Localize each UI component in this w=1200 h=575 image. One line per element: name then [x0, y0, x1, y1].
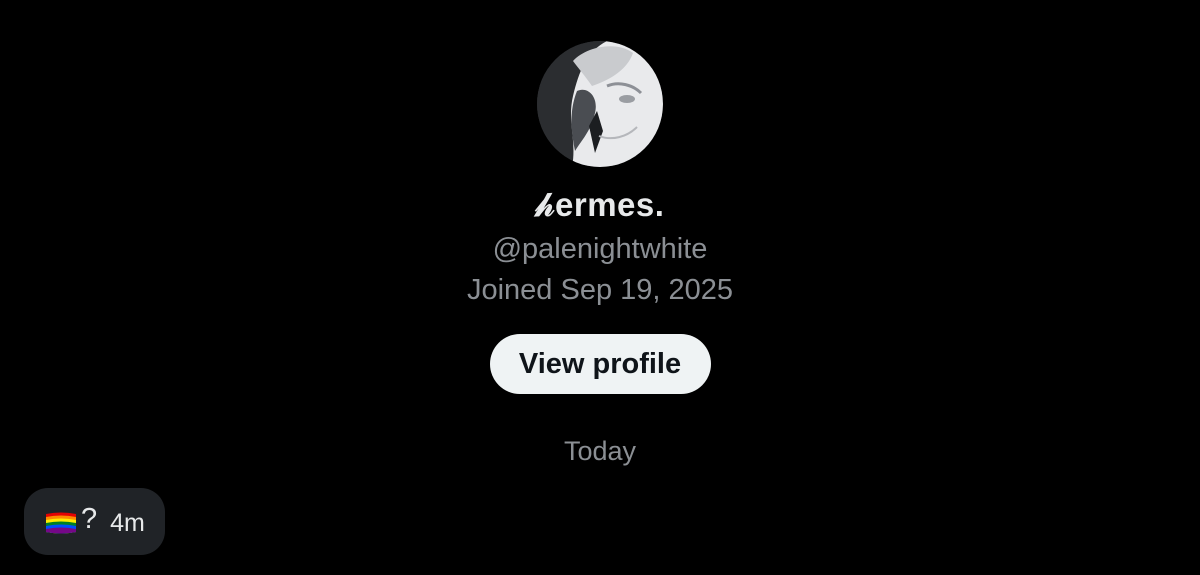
message-timestamp: 4m: [110, 509, 145, 537]
user-handle: @palenightwhite: [492, 233, 708, 265]
avatar-image: [537, 41, 663, 167]
rainbow-flag-icon: [44, 511, 78, 535]
message-text: ?: [81, 502, 98, 535]
avatar[interactable]: [537, 41, 663, 167]
message-bubble[interactable]: ? 4m: [24, 488, 165, 555]
display-name: 𝒽ermes.: [535, 186, 665, 223]
date-separator: Today: [563, 436, 637, 466]
profile-card: 𝒽ermes. @palenightwhite Joined Sep 19, 2…: [0, 0, 1200, 468]
view-profile-button[interactable]: View profile: [489, 334, 711, 394]
joined-date: Joined Sep 19, 2025: [466, 274, 734, 306]
